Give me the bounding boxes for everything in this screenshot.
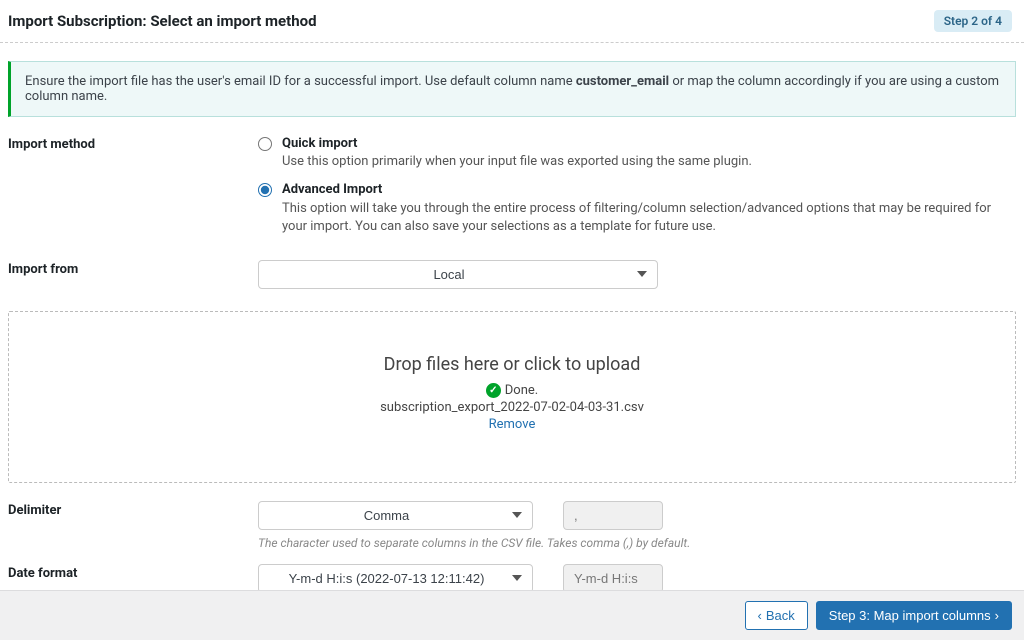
- notice-bold: customer_email: [576, 74, 669, 89]
- radio-quick-desc: Use this option primarily when your inpu…: [282, 154, 752, 169]
- wizard-footer: ‹ Back Step 3: Map import columns ›: [0, 590, 1024, 640]
- next-button-label: Step 3: Map import columns: [829, 608, 991, 623]
- notice-text-before: Ensure the import file has the user's em…: [25, 74, 576, 89]
- dropzone-filename: subscription_export_2022-07-02-04-03-31.…: [19, 400, 1005, 415]
- dropzone-remove-link[interactable]: Remove: [489, 417, 536, 432]
- select-delimiter[interactable]: Comma: [258, 501, 533, 530]
- page-title: Import Subscription: Select an import me…: [8, 12, 317, 30]
- step-badge: Step 2 of 4: [934, 10, 1012, 32]
- label-import-method: Import method: [8, 135, 258, 246]
- radio-advanced-import-input[interactable]: [258, 183, 272, 197]
- next-button[interactable]: Step 3: Map import columns ›: [816, 601, 1012, 630]
- label-import-from: Import from: [8, 260, 258, 289]
- select-import-from[interactable]: Local: [258, 260, 658, 289]
- row-import-method: Import method Quick import Use this opti…: [0, 135, 1024, 260]
- select-date-format[interactable]: Y-m-d H:i:s (2022-07-13 12:11:42): [258, 564, 533, 593]
- radio-quick-import[interactable]: Quick import Use this option primarily w…: [258, 135, 1016, 171]
- input-delimiter-char: [563, 501, 663, 530]
- input-date-format-display: [563, 564, 663, 593]
- radio-quick-title: Quick import: [282, 136, 357, 151]
- radio-advanced-desc: This option will take you through the en…: [282, 201, 991, 234]
- dropzone-prompt: Drop files here or click to upload: [19, 354, 1005, 375]
- row-import-from: Import from Local: [0, 260, 1024, 303]
- back-button-label: Back: [766, 608, 795, 623]
- chevron-right-icon: ›: [995, 609, 999, 622]
- info-notice: Ensure the import file has the user's em…: [8, 61, 1016, 117]
- chevron-left-icon: ‹: [758, 609, 762, 622]
- help-delimiter: The character used to separate columns i…: [258, 536, 1016, 550]
- radio-advanced-title: Advanced Import: [282, 182, 382, 197]
- dropzone-status-text: Done.: [505, 383, 538, 398]
- label-delimiter: Delimiter: [8, 501, 258, 550]
- radio-quick-import-input[interactable]: [258, 137, 272, 151]
- file-dropzone[interactable]: Drop files here or click to upload ✓ Don…: [8, 311, 1016, 483]
- radio-advanced-import[interactable]: Advanced Import This option will take yo…: [258, 181, 1016, 236]
- page-header: Import Subscription: Select an import me…: [0, 0, 1024, 43]
- check-icon: ✓: [486, 383, 501, 398]
- dropzone-status: ✓ Done.: [19, 383, 1005, 398]
- back-button[interactable]: ‹ Back: [745, 601, 808, 630]
- row-delimiter: Delimiter Comma The character used to se…: [0, 501, 1024, 564]
